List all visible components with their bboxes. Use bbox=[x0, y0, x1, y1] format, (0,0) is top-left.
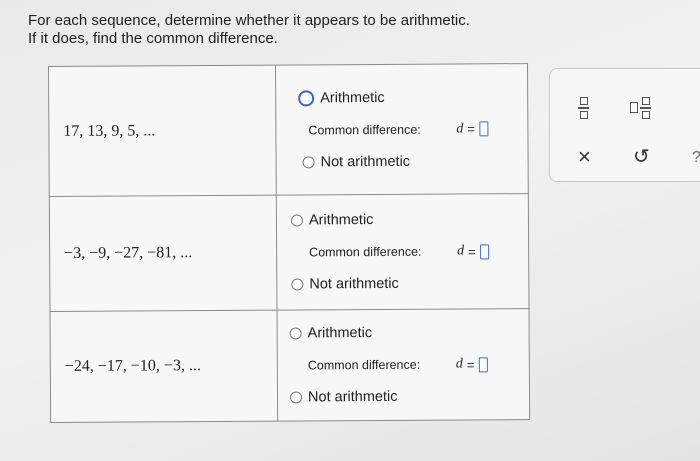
radio-button[interactable] bbox=[289, 391, 303, 404]
d-symbol: d bbox=[456, 120, 464, 137]
mixed-number-icon[interactable] bbox=[630, 97, 651, 119]
not-arithmetic-label: Not arithmetic bbox=[307, 388, 398, 406]
not-arithmetic-radio-option[interactable]: Not arithmetic bbox=[291, 275, 528, 292]
arithmetic-label: Arithmetic bbox=[307, 325, 373, 342]
instructions: For each sequence, determine whether it … bbox=[28, 12, 548, 48]
options-cell: Arithmetic Common difference: d = Not ar… bbox=[276, 308, 530, 422]
not-arithmetic-radio-option[interactable]: Not arithmetic bbox=[289, 388, 529, 406]
sequence-text: 17, 13, 9, 5, ... bbox=[63, 121, 156, 140]
common-difference-input[interactable] bbox=[478, 356, 488, 372]
not-arithmetic-radio-option[interactable]: Not arithmetic bbox=[299, 153, 528, 170]
d-symbol: d bbox=[455, 356, 463, 372]
math-toolbar: × ↺ ? bbox=[549, 68, 700, 182]
equals-sign: = bbox=[467, 121, 476, 137]
common-difference-label: Common difference: bbox=[308, 122, 421, 137]
common-difference-input[interactable] bbox=[478, 121, 489, 137]
help-icon[interactable]: ? bbox=[692, 148, 700, 168]
sequence-cell: 17, 13, 9, 5, ... bbox=[48, 65, 277, 197]
common-difference-row: Common difference: d = bbox=[290, 356, 529, 373]
radio-button[interactable] bbox=[290, 214, 303, 227]
arithmetic-radio-option[interactable]: Arithmetic bbox=[298, 89, 527, 106]
radio-button[interactable] bbox=[291, 278, 304, 291]
whole-box bbox=[630, 102, 638, 114]
options-cell: Arithmetic Common difference: d = Not ar… bbox=[276, 193, 529, 311]
denominator-box bbox=[641, 110, 650, 119]
common-difference-input[interactable] bbox=[479, 243, 489, 259]
table-row: 17, 13, 9, 5, ... Arithmetic Common diff… bbox=[48, 63, 529, 197]
radio-button[interactable] bbox=[302, 155, 315, 168]
common-difference-row: Common difference: d = bbox=[291, 243, 528, 260]
fraction-bar bbox=[640, 107, 651, 109]
d-symbol: d bbox=[457, 243, 465, 259]
equals-sign: = bbox=[466, 356, 475, 372]
arithmetic-radio-option[interactable]: Arithmetic bbox=[290, 211, 528, 229]
common-difference-label: Common difference: bbox=[309, 244, 422, 260]
denominator-box bbox=[579, 110, 588, 119]
numerator-box bbox=[579, 97, 588, 105]
sequence-text: −24, −17, −10, −3, ... bbox=[64, 357, 201, 375]
arithmetic-radio-option[interactable]: Arithmetic bbox=[289, 324, 529, 342]
not-arithmetic-label: Not arithmetic bbox=[320, 153, 411, 170]
table-row: −24, −17, −10, −3, ... Arithmetic Common… bbox=[49, 308, 530, 423]
sequence-cell: −24, −17, −10, −3, ... bbox=[49, 310, 278, 423]
instructions-line-1: For each sequence, determine whether it … bbox=[28, 12, 470, 29]
common-difference-row: Common difference: d = bbox=[298, 121, 527, 138]
mixed-fraction bbox=[640, 97, 651, 119]
sequence-text: −3, −9, −27, −81, ... bbox=[64, 244, 193, 262]
undo-icon[interactable]: ↺ bbox=[633, 147, 650, 167]
table-row: −3, −9, −27, −81, ... Arithmetic Common … bbox=[49, 193, 529, 312]
fraction-bar bbox=[578, 107, 589, 109]
equals-sign: = bbox=[468, 243, 476, 259]
sequence-cell: −3, −9, −27, −81, ... bbox=[49, 195, 277, 312]
clear-x-icon[interactable]: × bbox=[578, 146, 591, 168]
options-cell: Arithmetic Common difference: d = Not ar… bbox=[275, 63, 529, 196]
arithmetic-label: Arithmetic bbox=[320, 89, 385, 106]
instructions-line-2: If it does, find the common difference. bbox=[28, 30, 278, 47]
radio-button[interactable] bbox=[289, 327, 302, 340]
radio-button-selected[interactable] bbox=[298, 89, 315, 106]
common-difference-label: Common difference: bbox=[307, 357, 421, 373]
arithmetic-label: Arithmetic bbox=[308, 212, 374, 229]
not-arithmetic-label: Not arithmetic bbox=[309, 275, 399, 293]
sequence-table: 17, 13, 9, 5, ... Arithmetic Common diff… bbox=[48, 63, 531, 423]
fraction-icon[interactable] bbox=[578, 97, 589, 119]
numerator-box bbox=[641, 97, 650, 105]
